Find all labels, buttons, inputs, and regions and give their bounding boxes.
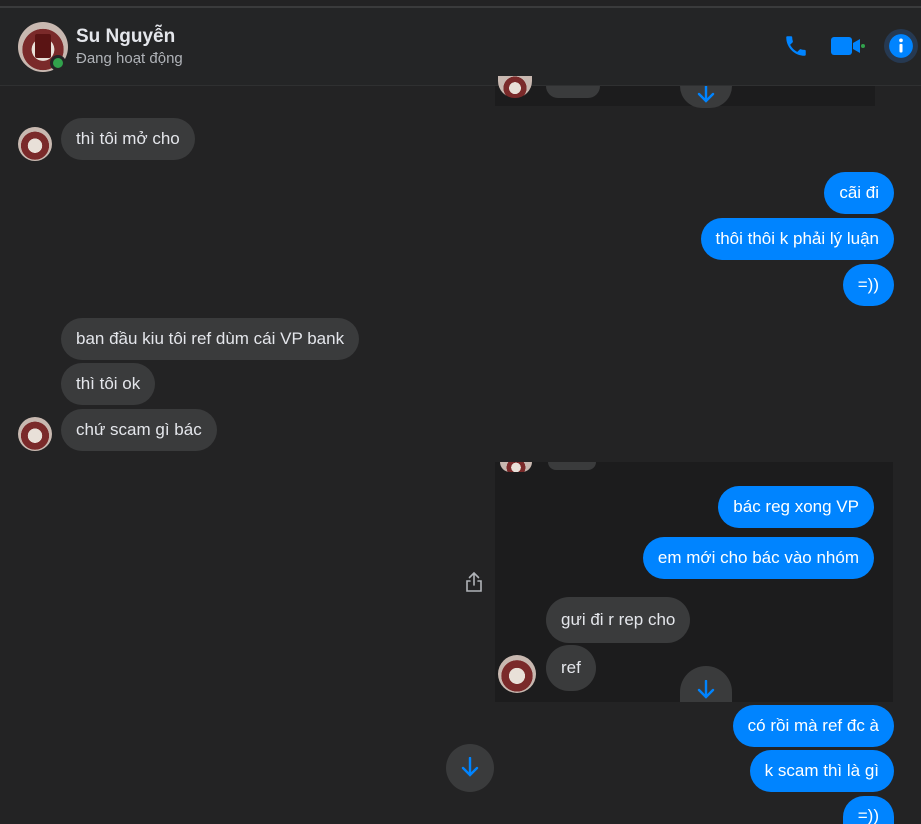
avatar [18,127,52,161]
message-bubble[interactable]: ref [546,645,596,691]
message-bubble[interactable]: chứ scam gì bác [61,409,217,451]
phone-icon[interactable] [782,32,810,60]
cropped-bubble [546,86,600,98]
cropped-bubble [548,462,596,470]
message-bubble[interactable]: bác reg xong VP [718,486,874,528]
message-bubble[interactable]: có rồi mà ref đc à [732,705,894,747]
online-status-dot [50,55,66,71]
scroll-to-bottom-button[interactable] [446,744,494,792]
message-bubble[interactable]: thì tôi ok [61,363,156,405]
info-icon[interactable] [884,29,918,63]
share-icon[interactable] [464,570,484,594]
message-bubble[interactable]: =)) [842,264,894,306]
video-camera-icon[interactable] [830,32,866,60]
message-bubble[interactable]: k scam thì là gì [749,750,894,792]
message-bubble[interactable]: thì tôi mở cho [61,118,195,160]
message-bubble[interactable]: em mới cho bác vào nhóm [642,537,874,579]
contact-name[interactable]: Su Nguyễn [76,26,175,48]
message-bubble[interactable]: cãi đi [824,172,894,214]
avatar [18,417,52,451]
avatar [498,655,536,693]
message-bubble[interactable]: thôi thôi k phải lý luận [700,218,894,260]
window-top-border [0,0,921,8]
avatar [500,462,532,472]
conversation-header: Su Nguyễn Đang hoạt động [0,8,921,86]
message-bubble[interactable]: gưi đi r rep cho [546,597,691,643]
message-bubble[interactable]: =)) [842,796,894,824]
message-bubble[interactable]: ban đầu kiu tôi ref dùm cái VP bank [61,318,360,360]
contact-status: Đang hoạt động [76,50,183,67]
